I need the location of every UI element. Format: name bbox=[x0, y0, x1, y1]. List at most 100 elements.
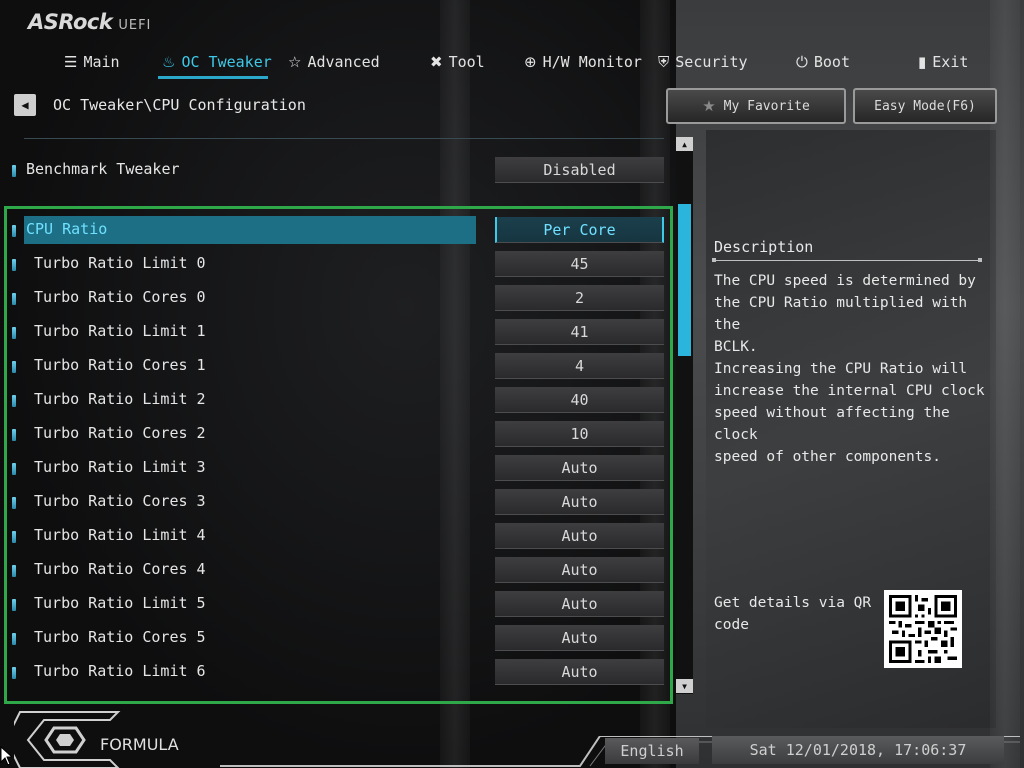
setting-row[interactable]: Turbo Ratio Cores 2 10 bbox=[0, 420, 672, 448]
list-icon: ☰ bbox=[64, 53, 78, 71]
setting-value[interactable]: Disabled bbox=[495, 157, 664, 183]
setting-row[interactable]: Turbo Ratio Limit 5 Auto bbox=[0, 590, 672, 618]
tab-label: OC Tweaker bbox=[181, 53, 272, 71]
crosshair-icon: ⊕ bbox=[524, 53, 537, 71]
tab-main[interactable]: ☰ Main bbox=[64, 46, 120, 78]
bullet-icon bbox=[12, 395, 16, 407]
setting-row[interactable]: Turbo Ratio Limit 0 45 bbox=[0, 250, 672, 278]
setting-value[interactable]: 4 bbox=[495, 353, 664, 379]
tab-label: Security bbox=[675, 53, 748, 71]
bullet-icon bbox=[12, 293, 16, 305]
power-icon: ⏻ bbox=[796, 53, 808, 71]
language-button[interactable]: English bbox=[605, 738, 699, 764]
bullet-icon bbox=[12, 497, 16, 509]
qr-label: Get details via QR code bbox=[714, 595, 872, 633]
setting-row-benchmark-tweaker[interactable]: Benchmark Tweaker Disabled bbox=[0, 156, 672, 184]
date-time-display[interactable]: Sat 12/01/2018, 17:06:37 bbox=[712, 736, 1004, 764]
tab-advanced[interactable]: ☆ Advanced bbox=[288, 46, 380, 78]
bullet-icon bbox=[12, 429, 16, 441]
setting-row[interactable]: Turbo Ratio Limit 4 Auto bbox=[0, 522, 672, 550]
setting-label: Turbo Ratio Limit 3 bbox=[34, 458, 206, 476]
back-arrow-icon: ◀ bbox=[21, 98, 29, 112]
description-text: The CPU speed is determined by the CPU R… bbox=[714, 273, 985, 465]
bullet-icon bbox=[12, 165, 16, 177]
setting-value[interactable]: Per Core bbox=[495, 217, 664, 243]
setting-value[interactable]: Auto bbox=[495, 455, 664, 481]
setting-value[interactable]: Auto bbox=[495, 659, 664, 685]
tab-security[interactable]: ⛨ Security bbox=[658, 46, 748, 78]
back-button[interactable]: ◀ bbox=[14, 94, 36, 116]
setting-value[interactable]: Auto bbox=[495, 591, 664, 617]
bullet-icon bbox=[12, 667, 16, 679]
chevron-up-icon: ▲ bbox=[682, 139, 687, 149]
setting-row[interactable]: Turbo Ratio Cores 5 Auto bbox=[0, 624, 672, 652]
tab-hw-monitor[interactable]: ⊕ H/W Monitor bbox=[524, 46, 642, 78]
setting-value[interactable]: Auto bbox=[495, 489, 664, 515]
formula-logo-text: FORMULA bbox=[100, 735, 179, 754]
background-stripe bbox=[440, 0, 470, 768]
logo-subtext: UEFI bbox=[118, 18, 152, 33]
setting-row[interactable]: Turbo Ratio Limit 3 Auto bbox=[0, 454, 672, 482]
formula-logo: FORMULA bbox=[4, 710, 214, 768]
setting-label: Turbo Ratio Cores 4 bbox=[34, 560, 206, 578]
setting-label: Turbo Ratio Cores 1 bbox=[34, 356, 206, 374]
setting-row[interactable]: Turbo Ratio Limit 6 Auto bbox=[0, 658, 672, 686]
setting-label: Turbo Ratio Limit 5 bbox=[34, 594, 206, 612]
tab-oc-tweaker[interactable]: ♨ OC Tweaker bbox=[162, 46, 272, 78]
setting-value[interactable]: 40 bbox=[495, 387, 664, 413]
scrollbar-thumb[interactable] bbox=[678, 204, 691, 356]
setting-row[interactable]: Turbo Ratio Cores 4 Auto bbox=[0, 556, 672, 584]
tab-label: Tool bbox=[448, 53, 485, 71]
my-favorite-label: My Favorite bbox=[723, 98, 810, 114]
scroll-down-button[interactable]: ▼ bbox=[676, 679, 693, 693]
tab-label: H/W Monitor bbox=[542, 53, 642, 71]
setting-row-cpu-ratio[interactable]: CPU Ratio Per Core bbox=[0, 216, 672, 244]
bullet-icon bbox=[12, 633, 16, 645]
breadcrumb: OC Tweaker\CPU Configuration bbox=[53, 96, 306, 114]
setting-label: Turbo Ratio Limit 6 bbox=[34, 662, 206, 680]
setting-row[interactable]: Turbo Ratio Limit 1 41 bbox=[0, 318, 672, 346]
setting-label: Turbo Ratio Cores 3 bbox=[34, 492, 206, 510]
tab-exit[interactable]: ▮ Exit bbox=[918, 46, 968, 78]
setting-label: Turbo Ratio Cores 2 bbox=[34, 424, 206, 442]
scroll-up-button[interactable]: ▲ bbox=[676, 137, 693, 151]
mouse-cursor-icon bbox=[0, 745, 14, 768]
setting-value[interactable]: 45 bbox=[495, 251, 664, 277]
setting-row[interactable]: Turbo Ratio Cores 3 Auto bbox=[0, 488, 672, 516]
setting-row[interactable]: Turbo Ratio Cores 1 4 bbox=[0, 352, 672, 380]
description-title: Description bbox=[714, 238, 814, 256]
setting-row[interactable]: Turbo Ratio Cores 0 2 bbox=[0, 284, 672, 312]
setting-value[interactable]: 41 bbox=[495, 319, 664, 345]
bullet-icon bbox=[12, 531, 16, 543]
setting-label: Turbo Ratio Cores 5 bbox=[34, 628, 206, 646]
tab-label: Advanced bbox=[307, 53, 380, 71]
active-tab-indicator bbox=[158, 76, 268, 79]
setting-label: Turbo Ratio Limit 0 bbox=[34, 254, 206, 272]
setting-value[interactable]: Auto bbox=[495, 557, 664, 583]
setting-label: Turbo Ratio Limit 4 bbox=[34, 526, 206, 544]
description-divider bbox=[712, 258, 982, 262]
bullet-icon bbox=[12, 463, 16, 475]
flame-icon: ♨ bbox=[162, 53, 176, 71]
tab-label: Exit bbox=[932, 53, 969, 71]
tools-icon: ✖ bbox=[430, 53, 443, 71]
easy-mode-label: Easy Mode(F6) bbox=[874, 98, 976, 114]
easy-mode-button[interactable]: Easy Mode(F6) bbox=[853, 88, 997, 124]
setting-value[interactable]: 2 bbox=[495, 285, 664, 311]
tab-tool[interactable]: ✖ Tool bbox=[430, 46, 485, 78]
tab-label: Main bbox=[83, 53, 120, 71]
bullet-icon bbox=[12, 361, 16, 373]
my-favorite-button[interactable]: ★ My Favorite bbox=[666, 88, 846, 124]
main-tabs: ☰ Main ♨ OC Tweaker ☆ Advanced ✖ Tool ⊕ … bbox=[0, 46, 1024, 78]
setting-label: Turbo Ratio Limit 1 bbox=[34, 322, 206, 340]
qr-code-icon bbox=[884, 590, 962, 668]
setting-value[interactable]: 10 bbox=[495, 421, 664, 447]
setting-label: CPU Ratio bbox=[26, 220, 108, 238]
setting-value[interactable]: Auto bbox=[495, 625, 664, 651]
tab-boot[interactable]: ⏻ Boot bbox=[796, 46, 850, 78]
bullet-icon bbox=[12, 565, 16, 577]
tab-label: Boot bbox=[813, 53, 850, 71]
setting-row[interactable]: Turbo Ratio Limit 2 40 bbox=[0, 386, 672, 414]
setting-value[interactable]: Auto bbox=[495, 523, 664, 549]
bullet-icon bbox=[12, 327, 16, 339]
